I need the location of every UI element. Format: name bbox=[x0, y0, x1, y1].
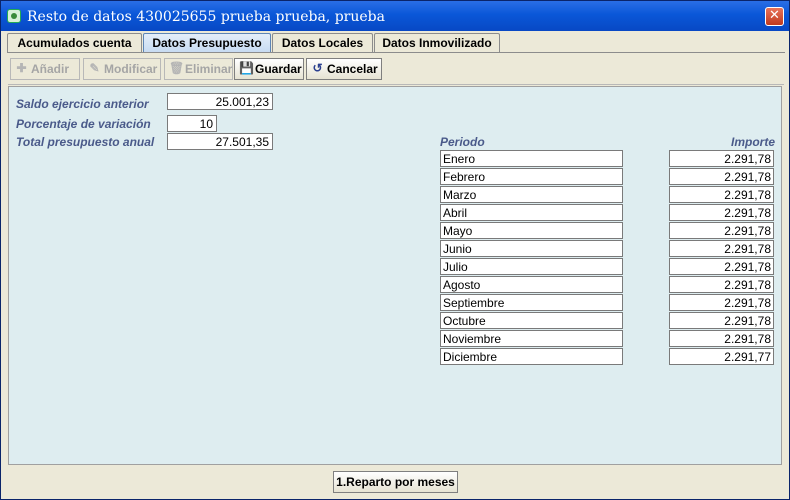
importe-field[interactable]: 2.291,78 bbox=[669, 240, 774, 257]
cancel-label: Cancelar bbox=[327, 62, 378, 76]
importe-field[interactable]: 2.291,78 bbox=[669, 150, 774, 167]
tab-acumulados-cuenta[interactable]: Acumulados cuenta bbox=[7, 33, 142, 52]
periodo-cell: Mayo bbox=[440, 222, 623, 239]
periodo-cell: Septiembre bbox=[440, 294, 623, 311]
porcentaje-label: Porcentaje de variación bbox=[16, 117, 151, 131]
close-button[interactable]: ✕ bbox=[765, 7, 784, 26]
importe-field[interactable]: 2.291,78 bbox=[669, 222, 774, 239]
add-icon: ✚ bbox=[16, 61, 27, 75]
importe-field[interactable]: 2.291,78 bbox=[669, 312, 774, 329]
periodo-cell: Noviembre bbox=[440, 330, 623, 347]
importe-field[interactable]: 2.291,77 bbox=[669, 348, 774, 365]
window-title: Resto de datos 430025655 prueba prueba, … bbox=[27, 9, 385, 25]
importe-header: Importe bbox=[731, 135, 776, 149]
toolbar: ✚ Añadir ✎ Modificar 🗑 Eliminar 💾 Guarda… bbox=[8, 56, 784, 85]
periodo-cell: Febrero bbox=[440, 168, 623, 185]
modify-button[interactable]: ✎ Modificar bbox=[83, 58, 161, 80]
tab-datos-inmovilizado[interactable]: Datos Inmovilizado bbox=[374, 33, 500, 52]
save-label: Guardar bbox=[255, 62, 302, 76]
budget-panel: Saldo ejercicio anterior 25.001,23 Porce… bbox=[8, 86, 782, 465]
title-bar[interactable]: Resto de datos 430025655 prueba prueba, … bbox=[1, 1, 789, 31]
importe-field[interactable]: 2.291,78 bbox=[669, 204, 774, 221]
importe-field[interactable]: 2.291,78 bbox=[669, 186, 774, 203]
tab-divider bbox=[7, 52, 785, 53]
importe-field[interactable]: 2.291,78 bbox=[669, 258, 774, 275]
undo-icon: ↺ bbox=[312, 61, 323, 75]
tab-datos-presupuesto[interactable]: Datos Presupuesto bbox=[143, 33, 271, 52]
importe-field[interactable]: 2.291,78 bbox=[669, 168, 774, 185]
periodo-cell: Julio bbox=[440, 258, 623, 275]
add-button[interactable]: ✚ Añadir bbox=[10, 58, 80, 80]
total-label: Total presupuesto anual bbox=[16, 135, 155, 149]
saldo-field[interactable]: 25.001,23 bbox=[167, 93, 273, 110]
close-icon: ✕ bbox=[769, 8, 780, 23]
periodo-cell: Agosto bbox=[440, 276, 623, 293]
periodo-cell: Abril bbox=[440, 204, 623, 221]
add-label: Añadir bbox=[31, 62, 70, 76]
delete-label: Eliminar bbox=[185, 62, 233, 76]
importe-field[interactable]: 2.291,78 bbox=[669, 276, 774, 293]
periodo-cell: Junio bbox=[440, 240, 623, 257]
saldo-label: Saldo ejercicio anterior bbox=[16, 97, 149, 111]
dialog-window: Resto de datos 430025655 prueba prueba, … bbox=[0, 0, 790, 500]
periodo-cell: Marzo bbox=[440, 186, 623, 203]
importe-field[interactable]: 2.291,78 bbox=[669, 330, 774, 347]
trash-icon: 🗑 bbox=[169, 61, 185, 75]
cancel-button[interactable]: ↺ Cancelar bbox=[306, 58, 382, 80]
porcentaje-field[interactable]: 10 bbox=[167, 115, 217, 132]
app-icon bbox=[7, 9, 21, 23]
total-field[interactable]: 27.501,35 bbox=[167, 133, 273, 150]
periodo-cell: Enero bbox=[440, 150, 623, 167]
edit-icon: ✎ bbox=[89, 61, 100, 75]
reparto-button[interactable]: 1.Reparto por meses bbox=[333, 471, 458, 493]
periodo-cell: Diciembre bbox=[440, 348, 623, 365]
periodo-header: Periodo bbox=[440, 135, 485, 149]
floppy-disk-icon: 💾 bbox=[239, 61, 254, 75]
periodo-cell: Octubre bbox=[440, 312, 623, 329]
tab-datos-locales[interactable]: Datos Locales bbox=[272, 33, 373, 52]
save-button[interactable]: 💾 Guardar bbox=[234, 58, 304, 80]
importe-field[interactable]: 2.291,78 bbox=[669, 294, 774, 311]
modify-label: Modificar bbox=[104, 62, 158, 76]
delete-button[interactable]: 🗑 Eliminar bbox=[164, 58, 233, 80]
